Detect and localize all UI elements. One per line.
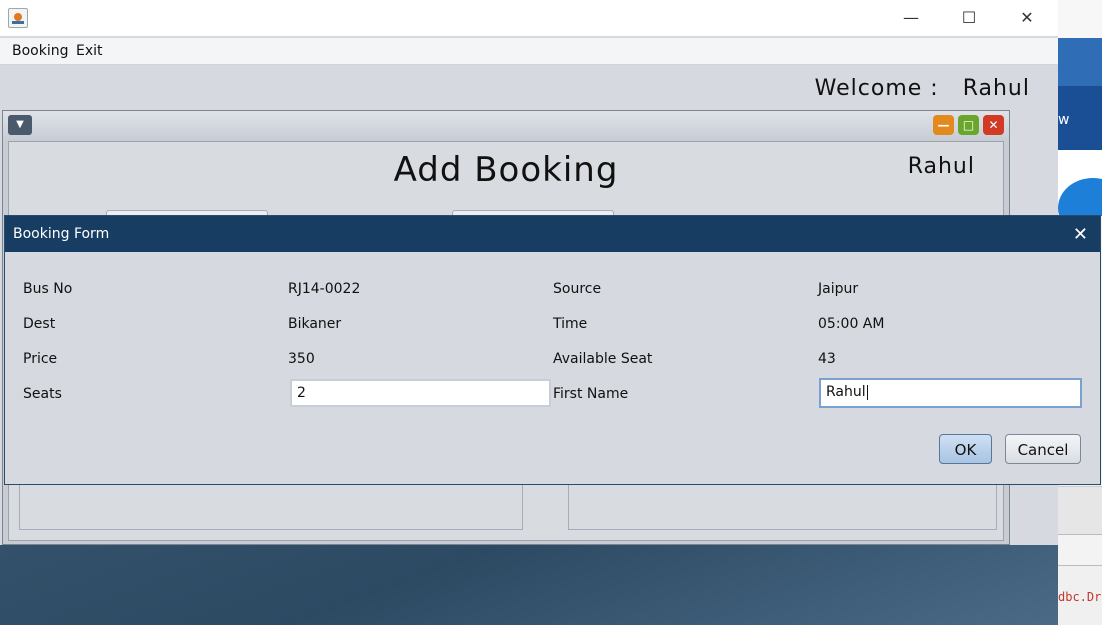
frame-close-button[interactable]: ✕ <box>983 115 1004 135</box>
time-value: 05:00 AM <box>818 316 885 332</box>
welcome-label: Welcome : Rahul <box>815 76 1030 101</box>
bus-no-label: Bus No <box>23 281 73 297</box>
background-strip <box>1058 150 1102 168</box>
background-artwork <box>1058 168 1102 216</box>
seats-label: Seats <box>23 386 62 402</box>
menu-booking[interactable]: Booking <box>12 43 69 59</box>
booking-form-dialog: Booking Form ✕ Bus No RJ14-0022 Source J… <box>4 215 1101 485</box>
first-name-label: First Name <box>553 386 629 402</box>
cancel-button[interactable]: Cancel <box>1005 434 1081 464</box>
page-title: Add Booking <box>393 150 619 190</box>
dialog-title: Booking Form <box>13 226 110 242</box>
menu-bar: Booking Exit <box>0 38 1058 65</box>
dialog-close-icon[interactable]: ✕ <box>1073 224 1088 245</box>
source-label: Source <box>553 281 602 297</box>
left-list-panel <box>19 482 523 530</box>
menu-exit[interactable]: Exit <box>76 43 103 59</box>
seats-input[interactable]: 2 <box>290 379 551 407</box>
available-seat-label: Available Seat <box>553 351 653 367</box>
background-app-header <box>1058 0 1102 39</box>
welcome-text: Welcome : <box>814 76 939 101</box>
title-bar: — ☐ ✕ <box>0 0 1058 36</box>
background-code-text: dbc.Dr <box>1058 590 1102 604</box>
dialog-title-bar: Booking Form ✕ <box>5 216 1100 252</box>
dest-label: Dest <box>23 316 56 332</box>
available-seat-value: 43 <box>818 351 836 367</box>
seats-input-value: 2 <box>297 385 306 401</box>
first-name-input[interactable]: Rahul <box>819 378 1082 408</box>
time-label: Time <box>553 316 588 332</box>
frame-maximize-button[interactable]: □ <box>958 115 979 135</box>
price-value: 350 <box>288 351 315 367</box>
background-banner <box>1058 38 1102 86</box>
text-caret <box>866 384 868 400</box>
background-partial-text: w <box>1058 112 1070 128</box>
maximize-button[interactable]: ☐ <box>954 6 984 30</box>
source-value: Jaipur <box>818 281 859 297</box>
right-list-panel <box>568 482 997 530</box>
background-panel <box>1058 486 1102 535</box>
background-toolbar <box>1058 534 1102 566</box>
first-name-input-value: Rahul <box>826 384 866 400</box>
desktop-wallpaper <box>0 540 1058 625</box>
frame-user-label: Rahul <box>907 154 975 179</box>
minimize-button[interactable]: — <box>896 6 926 30</box>
frame-menu-button[interactable]: ▼ <box>8 115 32 135</box>
bus-no-value: RJ14-0022 <box>288 281 361 297</box>
price-label: Price <box>23 351 58 367</box>
frame-title-bar: ▼ — □ ✕ <box>3 111 1009 139</box>
frame-minimize-button[interactable]: — <box>933 115 954 135</box>
welcome-user: Rahul <box>962 76 1030 101</box>
close-button[interactable]: ✕ <box>1012 6 1042 30</box>
java-app-icon[interactable] <box>8 8 28 28</box>
dest-value: Bikaner <box>288 316 342 332</box>
ok-button[interactable]: OK <box>939 434 992 464</box>
